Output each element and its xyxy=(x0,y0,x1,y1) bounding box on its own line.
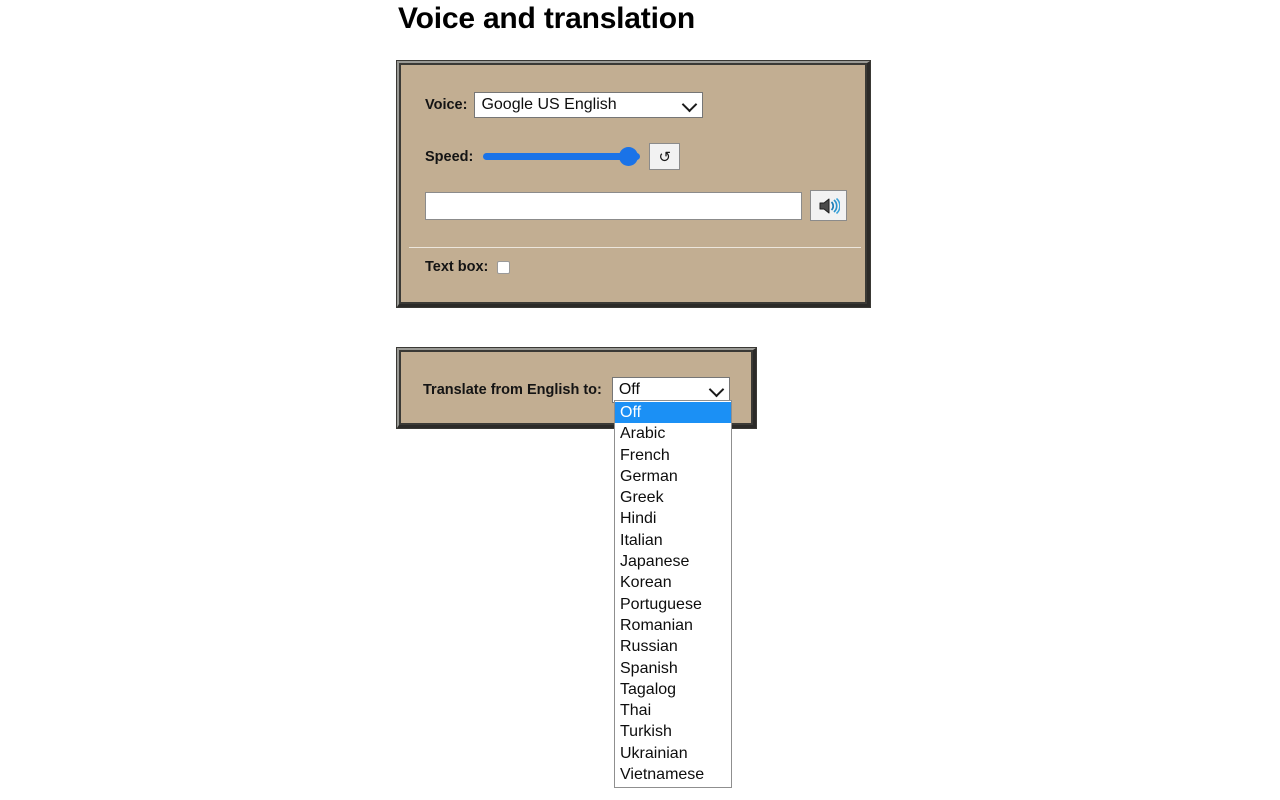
option-item[interactable]: Thai xyxy=(615,700,731,721)
option-item[interactable]: Korean xyxy=(615,572,731,593)
option-item[interactable]: Spanish xyxy=(615,658,731,679)
voice-select-value: Google US English xyxy=(481,92,616,118)
speed-label: Speed: xyxy=(425,149,473,165)
reset-circular-arrow-icon: ↺ xyxy=(659,148,672,166)
panel-divider xyxy=(409,247,861,248)
translate-label: Translate from English to: xyxy=(423,382,602,398)
speed-slider-thumb[interactable] xyxy=(619,147,638,166)
chevron-down-icon xyxy=(709,382,725,398)
voice-settings-panel: Voice: Google US English Speed: ↺ xyxy=(397,61,870,307)
option-item[interactable]: Russian xyxy=(615,636,731,657)
chevron-down-icon xyxy=(682,97,698,113)
speech-input-row xyxy=(425,190,847,221)
speech-text-input[interactable] xyxy=(425,192,802,220)
speed-slider-track xyxy=(483,153,640,160)
speak-button[interactable] xyxy=(810,190,847,221)
option-item[interactable]: Romanian xyxy=(615,615,731,636)
option-item[interactable]: Hindi xyxy=(615,508,731,529)
option-item[interactable]: Portuguese xyxy=(615,594,731,615)
option-item[interactable]: Tagalog xyxy=(615,679,731,700)
speed-slider[interactable] xyxy=(483,147,640,167)
textbox-checkbox[interactable] xyxy=(497,261,510,274)
option-item[interactable]: French xyxy=(615,445,731,466)
option-item[interactable]: Arabic xyxy=(615,423,731,444)
voice-label: Voice: xyxy=(425,97,467,113)
textbox-row: Text box: xyxy=(425,259,510,275)
speaker-volume-icon xyxy=(818,197,840,215)
option-item[interactable]: Ukrainian xyxy=(615,743,731,764)
voice-select[interactable]: Google US English xyxy=(474,92,703,118)
page-title: Voice and translation xyxy=(398,2,695,36)
option-item[interactable]: Greek xyxy=(615,487,731,508)
option-item[interactable]: Japanese xyxy=(615,551,731,572)
option-item[interactable]: Turkish xyxy=(615,721,731,742)
option-item[interactable]: Vietnamese xyxy=(615,764,731,785)
reset-speed-button[interactable]: ↺ xyxy=(649,143,680,170)
option-item[interactable]: Italian xyxy=(615,530,731,551)
speed-row: Speed: ↺ xyxy=(425,143,680,170)
translate-language-option-list[interactable]: OffArabicFrenchGermanGreekHindiItalianJa… xyxy=(614,400,732,788)
option-item[interactable]: German xyxy=(615,466,731,487)
textbox-label: Text box: xyxy=(425,259,488,275)
option-item[interactable]: Off xyxy=(615,402,731,423)
voice-row: Voice: Google US English xyxy=(425,92,703,118)
voice-panel-content: Voice: Google US English Speed: ↺ xyxy=(399,63,867,304)
